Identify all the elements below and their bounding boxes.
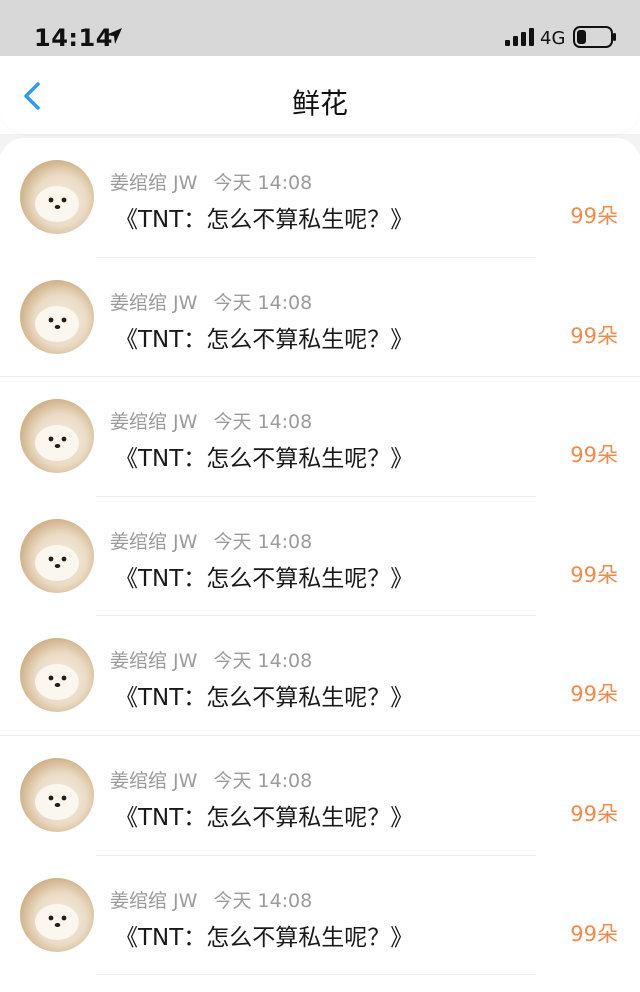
avatar[interactable] [20, 160, 94, 234]
network-label: 4G [540, 28, 566, 49]
message-text: 《TNT：怎么不算私生呢？》 [115, 565, 414, 592]
user-name[interactable]: 姜绾绾 JW [110, 411, 197, 433]
user-name[interactable]: 姜绾绾 JW [110, 770, 197, 792]
flower-count: 99朵 [570, 562, 618, 587]
list-item[interactable]: 姜绾绾 JW 今天 14:08 《TNT：怎么不算私生呢？》 99朵 [0, 856, 640, 976]
flower-count: 99朵 [570, 204, 618, 228]
flower-count: 99朵 [570, 921, 618, 946]
message-text: 《TNT：怎么不算私生呢？》 [115, 804, 414, 831]
list-item[interactable]: 姜绾绾 JW 今天 14:08 《TNT：怎么不算私生呢？》 99朵 [0, 377, 640, 497]
user-name[interactable]: 姜绾绾 JW [110, 531, 197, 553]
meta-line: 姜绾绾 JW 今天 14:08 [110, 886, 312, 913]
message-text: 《TNT：怎么不算私生呢？》 [115, 207, 414, 233]
list-item[interactable]: 姜绾绾 JW 今天 14:08 《TNT：怎么不算私生呢？》 99朵 [0, 736, 640, 856]
message-text: 《TNT：怎么不算私生呢？》 [115, 924, 414, 951]
flower-gift-list: 姜绾绾 JW 今天 14:08 《TNT：怎么不算私生呢？》 99朵 姜绾绾 JW… [0, 138, 640, 976]
user-name[interactable]: 姜绾绾 JW [110, 172, 197, 194]
list-item[interactable]: 姜绾绾 JW 今天 14:08 《TNT：怎么不算私生呢？》 99朵 [0, 258, 640, 378]
timestamp: 今天 14:08 [213, 769, 313, 792]
avatar[interactable] [20, 518, 94, 593]
avatar[interactable] [20, 399, 94, 474]
avatar[interactable] [20, 638, 94, 713]
divider [96, 974, 536, 976]
timestamp: 今天 14:08 [213, 530, 313, 553]
meta-line: 姜绾绾 JW 今天 14:08 [110, 646, 312, 673]
message-text: 《TNT：怎么不算私生呢？》 [115, 685, 414, 712]
timestamp: 今天 14:08 [213, 172, 313, 194]
navigation-bar: 鲜花 [0, 56, 640, 134]
timestamp: 今天 14:08 [213, 650, 313, 673]
timestamp: 今天 14:08 [213, 291, 313, 314]
location-arrow-icon [106, 28, 122, 44]
user-name[interactable]: 姜绾绾 JW [110, 890, 197, 912]
user-name[interactable]: 姜绾绾 JW [110, 650, 197, 672]
flower-count: 99朵 [570, 443, 618, 468]
battery-icon [573, 26, 616, 48]
meta-line: 姜绾绾 JW 今天 14:08 [110, 407, 312, 434]
meta-line: 姜绾绾 JW 今天 14:08 [110, 288, 312, 315]
list-item[interactable]: 姜绾绾 JW 今天 14:08 《TNT：怎么不算私生呢？》 99朵 [0, 138, 640, 258]
meta-line: 姜绾绾 JW 今天 14:08 [110, 527, 312, 554]
avatar[interactable] [20, 279, 94, 354]
meta-line: 姜绾绾 JW 今天 14:08 [110, 766, 312, 793]
flower-count: 99朵 [570, 323, 618, 348]
flower-count: 99朵 [570, 801, 618, 826]
timestamp: 今天 14:08 [213, 889, 313, 912]
flower-count: 99朵 [570, 682, 618, 707]
signal-bars-icon [505, 28, 534, 46]
status-bar: 14:14 4G [0, 0, 640, 56]
list-item[interactable]: 姜绾绾 JW 今天 14:08 《TNT：怎么不算私生呢？》 99朵 [0, 616, 640, 736]
user-name[interactable]: 姜绾绾 JW [110, 292, 197, 314]
meta-line: 姜绾绾 JW 今天 14:08 [110, 168, 312, 195]
timestamp: 今天 14:08 [213, 411, 313, 434]
list-item[interactable]: 姜绾绾 JW 今天 14:08 《TNT：怎么不算私生呢？》 99朵 [0, 497, 640, 617]
message-text: 《TNT：怎么不算私生呢？》 [115, 446, 414, 473]
status-time: 14:14 [34, 24, 113, 52]
message-text: 《TNT：怎么不算私生呢？》 [115, 326, 414, 353]
avatar[interactable] [20, 757, 94, 832]
avatar[interactable] [20, 877, 94, 952]
page-title: 鲜花 [291, 87, 348, 120]
